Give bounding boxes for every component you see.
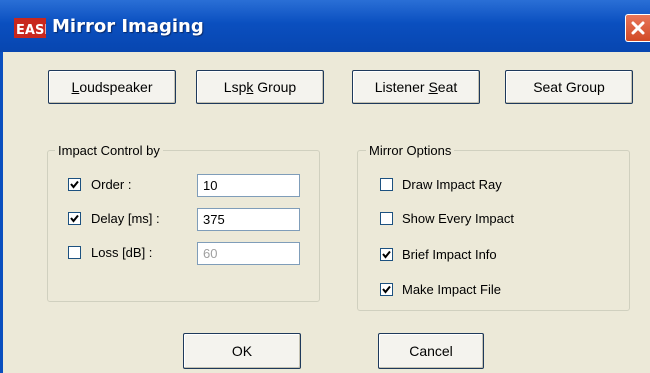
loss-field[interactable]: 60: [197, 242, 300, 265]
lspk-group-button[interactable]: Lspk Group: [196, 70, 324, 104]
close-button[interactable]: [625, 14, 650, 42]
ok-button[interactable]: OK: [183, 333, 301, 369]
brief-impact-info-checkbox[interactable]: [380, 248, 393, 261]
delay-checkbox[interactable]: [68, 212, 81, 225]
draw-impact-ray-checkbox[interactable]: [380, 178, 393, 191]
loss-label: Loss [dB] :: [91, 245, 153, 260]
mirror-imaging-dialog: EASE Mirror Imaging Loudspeaker Lspk Gro…: [0, 0, 650, 373]
checkmark-icon: [70, 180, 79, 189]
mirror-options-legend: Mirror Options: [366, 143, 455, 158]
make-impact-file-checkbox[interactable]: [380, 283, 393, 296]
show-every-impact-label: Show Every Impact: [402, 211, 514, 226]
order-checkbox[interactable]: [68, 178, 81, 191]
svg-text:EASE: EASE: [16, 23, 46, 38]
loss-checkbox[interactable]: [68, 246, 81, 259]
window-title: Mirror Imaging: [52, 16, 204, 37]
window-frame-left: [0, 52, 3, 373]
cancel-button[interactable]: Cancel: [378, 333, 484, 369]
impact-control-legend: Impact Control by: [55, 143, 163, 158]
brief-impact-info-label: Brief Impact Info: [402, 247, 497, 262]
delay-field[interactable]: 375: [197, 208, 300, 231]
listener-seat-button[interactable]: Listener Seat: [352, 70, 480, 104]
draw-impact-ray-label: Draw Impact Ray: [402, 177, 502, 192]
title-bar[interactable]: EASE Mirror Imaging: [0, 0, 650, 52]
lspk-group-button-label: Lspk Group: [223, 79, 297, 95]
delay-label: Delay [ms] :: [91, 211, 160, 226]
loudspeaker-button[interactable]: Loudspeaker: [48, 70, 176, 104]
checkmark-icon: [382, 250, 391, 259]
make-impact-file-label: Make Impact File: [402, 282, 501, 297]
show-every-impact-checkbox[interactable]: [380, 212, 393, 225]
seat-group-button-label: Seat Group: [533, 79, 605, 95]
order-field[interactable]: 10: [197, 174, 300, 197]
close-icon: [631, 21, 645, 35]
checkmark-icon: [382, 285, 391, 294]
order-label: Order :: [91, 177, 132, 192]
ease-app-icon: EASE: [14, 18, 46, 38]
loudspeaker-button-label: Loudspeaker: [71, 79, 153, 95]
seat-group-button[interactable]: Seat Group: [505, 70, 633, 104]
checkmark-icon: [70, 214, 79, 223]
listener-seat-button-label: Listener Seat: [374, 79, 458, 95]
